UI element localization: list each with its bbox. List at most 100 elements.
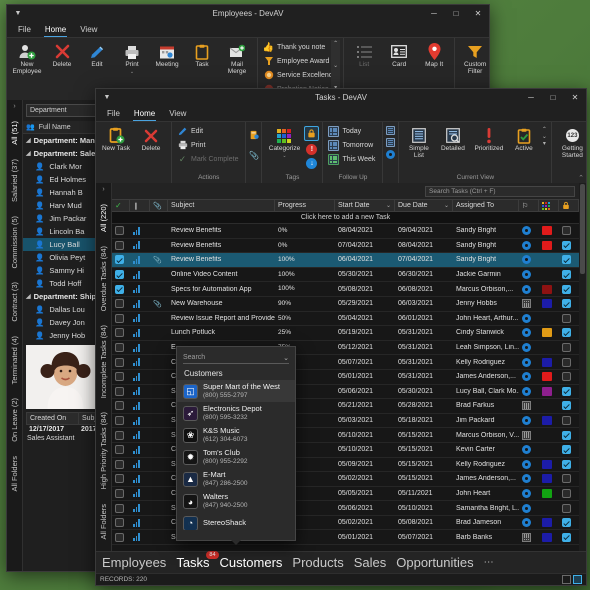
cell-assigned[interactable]: Kelly Rodriguez: [453, 359, 519, 366]
cell-assigned[interactable]: James Anderson,...: [453, 373, 519, 380]
cell-assigned[interactable]: Sandy Bright: [453, 227, 519, 234]
print-button[interactable]: Print ⌄: [115, 40, 149, 77]
column-header-due[interactable]: Due Date⌄: [395, 200, 453, 211]
column-header-done[interactable]: ✓: [112, 200, 130, 211]
customer-list-item[interactable]: ◔StereoShack: [177, 513, 295, 530]
list-view-button[interactable]: List: [347, 40, 381, 71]
cell-flag[interactable]: [519, 387, 539, 396]
customer-list-item[interactable]: ◕Walters(847) 940-2500: [177, 490, 295, 512]
maximize-button[interactable]: □: [445, 5, 467, 22]
cell-priority[interactable]: [130, 256, 150, 264]
cell-lock[interactable]: [559, 460, 579, 469]
cell-start[interactable]: 05/19/2021: [335, 329, 395, 336]
minimize-button[interactable]: ─: [520, 89, 542, 106]
task-done-checkbox[interactable]: [115, 314, 124, 323]
cell-due[interactable]: 05/30/2021: [395, 388, 453, 395]
task-tab-high-priority[interactable]: High Priority Tasks (84): [98, 405, 109, 496]
table-row[interactable]: Review Issue Report and Provide Workar..…: [112, 312, 579, 327]
cell-color[interactable]: [539, 474, 559, 483]
gear-icon[interactable]: [522, 328, 531, 337]
view-scroll-down-icon[interactable]: ⌄: [542, 133, 547, 140]
cell-lock[interactable]: [559, 241, 579, 250]
tasks-vertical-tabs[interactable]: › All (220) Overdue Tasks (84) Incomplet…: [96, 183, 112, 551]
tab-home[interactable]: Home: [39, 24, 72, 37]
cell-progress[interactable]: 100%: [275, 271, 335, 279]
cell-flag[interactable]: [519, 431, 539, 440]
category-color-swatch[interactable]: [542, 460, 552, 469]
column-header-start[interactable]: Start Date⌄: [335, 200, 395, 211]
cell-done[interactable]: [112, 460, 130, 469]
cell-lock[interactable]: [559, 474, 579, 483]
nav-customers[interactable]: Customers: [220, 555, 283, 570]
category-color-swatch[interactable]: [542, 372, 552, 381]
task-done-checkbox[interactable]: [115, 460, 124, 469]
table-row[interactable]: Review Benefits0%07/04/202108/04/2021San…: [112, 239, 579, 254]
task-lock-checkbox[interactable]: [562, 474, 571, 483]
task-lock-checkbox[interactable]: [562, 314, 571, 323]
getting-started-button[interactable]: 123 Getting Started: [555, 124, 587, 162]
cell-attach[interactable]: 📎: [150, 300, 168, 308]
task-done-checkbox[interactable]: [115, 401, 124, 410]
task-done-checkbox[interactable]: [115, 328, 124, 337]
emp-tab-all-folders[interactable]: All Folders: [9, 449, 20, 498]
cell-assigned[interactable]: Sandy Bright: [453, 242, 519, 249]
cell-subject[interactable]: Review Benefits: [168, 227, 275, 234]
gear-icon[interactable]: [522, 474, 531, 483]
task-done-checkbox[interactable]: [115, 343, 124, 352]
cell-start[interactable]: 05/10/2021: [335, 446, 395, 453]
cell-flag[interactable]: [519, 226, 539, 235]
cell-due[interactable]: 06/01/2021: [395, 315, 453, 322]
task-lock-checkbox[interactable]: [562, 372, 571, 381]
tab-home[interactable]: Home: [128, 108, 161, 121]
category-color-swatch[interactable]: [542, 474, 552, 483]
cell-progress[interactable]: 90%: [275, 300, 335, 308]
cell-color[interactable]: [539, 387, 559, 396]
cell-color[interactable]: [539, 226, 559, 235]
cell-lock[interactable]: [559, 518, 579, 527]
sort-chevron-icon[interactable]: ⌄: [386, 202, 391, 209]
cell-assigned[interactable]: Jim Packard: [453, 417, 519, 424]
cell-done[interactable]: [112, 387, 130, 396]
column-header-subject[interactable]: Subject: [168, 200, 275, 211]
employees-vertical-tabs[interactable]: › All (51) Salaried (37) Commission (5) …: [7, 100, 23, 571]
cell-assigned[interactable]: Barb Banks: [453, 534, 519, 541]
cell-done[interactable]: [112, 445, 130, 454]
cell-assigned[interactable]: Kevin Carter: [453, 446, 519, 453]
cell-due[interactable]: 05/31/2021: [395, 359, 453, 366]
add-new-task-row[interactable]: Click here to add a new Task: [112, 212, 579, 224]
tasks-title-bar[interactable]: ▼ Tasks - DevAV ─ □ ✕: [96, 89, 586, 106]
task-done-checkbox[interactable]: [115, 416, 124, 425]
task-done-checkbox[interactable]: [115, 372, 124, 381]
task-done-checkbox[interactable]: [115, 431, 124, 440]
cell-color[interactable]: [539, 358, 559, 367]
cell-done[interactable]: [112, 328, 130, 337]
cell-lock[interactable]: [559, 299, 579, 308]
task-lock-checkbox[interactable]: [562, 504, 571, 513]
employees-title-bar[interactable]: ▼ Employees - DevAV ─ □ ✕: [7, 5, 489, 22]
tasks-grid-scrollbar[interactable]: [579, 183, 586, 551]
cell-flag[interactable]: [519, 299, 539, 308]
gear-icon[interactable]: [522, 489, 531, 498]
cell-start[interactable]: 05/06/2021: [335, 388, 395, 395]
column-header-flag[interactable]: ⚐: [519, 200, 539, 211]
cell-flag[interactable]: [519, 474, 539, 483]
gear-icon[interactable]: [522, 387, 531, 396]
emp-tab-commission[interactable]: Commission (5): [9, 209, 20, 276]
cell-done[interactable]: [112, 226, 130, 235]
cell-flag[interactable]: [519, 314, 539, 323]
cell-assigned[interactable]: James Anderson,...: [453, 475, 519, 482]
cell-flag[interactable]: [519, 255, 539, 264]
cell-due[interactable]: 05/28/2021: [395, 402, 453, 409]
cell-due[interactable]: 05/07/2021: [395, 534, 453, 541]
cell-subject[interactable]: Review Benefits: [168, 242, 275, 249]
close-button[interactable]: ✕: [564, 89, 586, 106]
cell-flag[interactable]: [519, 489, 539, 498]
app-menu-icon[interactable]: ▼: [100, 91, 114, 105]
task-lock-checkbox[interactable]: [562, 518, 571, 527]
task-done-checkbox[interactable]: [115, 504, 124, 513]
task-done-checkbox[interactable]: [115, 387, 124, 396]
cell-start[interactable]: 05/01/2021: [335, 534, 395, 541]
cell-color[interactable]: [539, 285, 559, 294]
task-tab-all[interactable]: All (220): [98, 197, 109, 239]
table-row[interactable]: Review Benefits0%08/04/202109/04/2021San…: [112, 224, 579, 239]
